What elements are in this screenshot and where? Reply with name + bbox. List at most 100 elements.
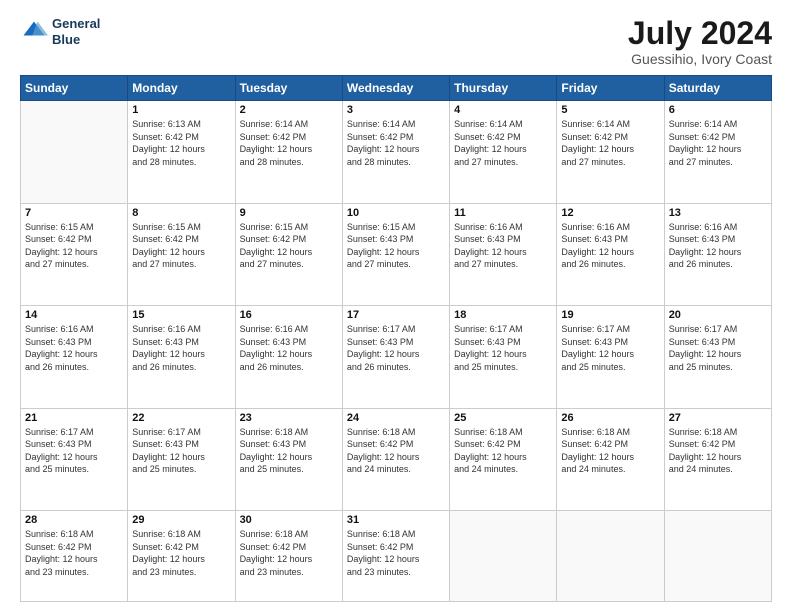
- calendar-week-5: 28 Sunrise: 6:18 AMSunset: 6:42 PMDayligh…: [21, 511, 772, 602]
- day-info: Sunrise: 6:18 AMSunset: 6:43 PMDaylight:…: [240, 426, 338, 476]
- day-number: 8: [132, 207, 230, 219]
- table-row: 8 Sunrise: 6:15 AMSunset: 6:42 PMDaylight…: [128, 203, 235, 305]
- day-number: 15: [132, 309, 230, 321]
- table-row: [21, 101, 128, 203]
- table-row: 12Sunrise: 6:16 AMSunset: 6:43 PMDayligh…: [557, 203, 664, 305]
- day-info: Sunrise: 6:14 AMSunset: 6:42 PMDaylight:…: [347, 118, 445, 168]
- day-info: Sunrise: 6:15 AMSunset: 6:42 PMDaylight:…: [132, 221, 230, 271]
- day-number: 16: [240, 309, 338, 321]
- day-number: 24: [347, 412, 445, 424]
- table-row: 26 Sunrise: 6:18 AMSunset: 6:42 PMDayligh…: [557, 408, 664, 510]
- col-wednesday: Wednesday: [342, 76, 449, 101]
- table-row: 5 Sunrise: 6:14 AMSunset: 6:42 PMDaylight…: [557, 101, 664, 203]
- table-row: 3Sunrise: 6:14 AMSunset: 6:42 PMDaylight…: [342, 101, 449, 203]
- table-row: [664, 511, 771, 602]
- location: Guessihio, Ivory Coast: [628, 51, 772, 67]
- day-info: Sunrise: 6:17 AMSunset: 6:43 PMDaylight:…: [669, 323, 767, 373]
- day-number: 10: [347, 207, 445, 219]
- day-info: Sunrise: 6:18 AMSunset: 6:42 PMDaylight:…: [25, 528, 123, 578]
- day-info: Sunrise: 6:18 AMSunset: 6:42 PMDaylight:…: [669, 426, 767, 476]
- table-row: 17 Sunrise: 6:17 AMSunset: 6:43 PMDayligh…: [342, 306, 449, 408]
- day-number: 31: [347, 514, 445, 526]
- day-number: 6: [669, 104, 767, 116]
- table-row: 30Sunrise: 6:18 AMSunset: 6:42 PMDayligh…: [235, 511, 342, 602]
- day-number: 27: [669, 412, 767, 424]
- month-title: July 2024: [628, 16, 772, 51]
- table-row: 6 Sunrise: 6:14 AMSunset: 6:42 PMDaylight…: [664, 101, 771, 203]
- table-row: 28 Sunrise: 6:18 AMSunset: 6:42 PMDayligh…: [21, 511, 128, 602]
- day-number: 5: [561, 104, 659, 116]
- logo-line2: Blue: [52, 32, 100, 48]
- table-row: 10 Sunrise: 6:15 AMSunset: 6:43 PMDayligh…: [342, 203, 449, 305]
- day-number: 9: [240, 207, 338, 219]
- col-saturday: Saturday: [664, 76, 771, 101]
- day-info: Sunrise: 6:16 AMSunset: 6:43 PMDaylight:…: [25, 323, 123, 373]
- day-number: 12: [561, 207, 659, 219]
- page: General Blue July 2024 Guessihio, Ivory …: [0, 0, 792, 612]
- header: General Blue July 2024 Guessihio, Ivory …: [20, 16, 772, 67]
- day-number: 28: [25, 514, 123, 526]
- table-row: 9 Sunrise: 6:15 AMSunset: 6:42 PMDaylight…: [235, 203, 342, 305]
- day-number: 17: [347, 309, 445, 321]
- day-number: 1: [132, 104, 230, 116]
- logo-icon: [20, 18, 48, 46]
- day-info: Sunrise: 6:17 AMSunset: 6:43 PMDaylight:…: [561, 323, 659, 373]
- col-thursday: Thursday: [450, 76, 557, 101]
- table-row: 21 Sunrise: 6:17 AMSunset: 6:43 PMDayligh…: [21, 408, 128, 510]
- table-row: 22 Sunrise: 6:17 AMSunset: 6:43 PMDayligh…: [128, 408, 235, 510]
- day-number: 7: [25, 207, 123, 219]
- col-monday: Monday: [128, 76, 235, 101]
- title-block: July 2024 Guessihio, Ivory Coast: [628, 16, 772, 67]
- day-info: Sunrise: 6:18 AMSunset: 6:42 PMDaylight:…: [240, 528, 338, 578]
- day-info: Sunrise: 6:16 AMSunset: 6:43 PMDaylight:…: [669, 221, 767, 271]
- day-number: 25: [454, 412, 552, 424]
- day-info: Sunrise: 6:18 AMSunset: 6:42 PMDaylight:…: [132, 528, 230, 578]
- table-row: 15Sunrise: 6:16 AMSunset: 6:43 PMDayligh…: [128, 306, 235, 408]
- table-row: 23 Sunrise: 6:18 AMSunset: 6:43 PMDayligh…: [235, 408, 342, 510]
- day-info: Sunrise: 6:15 AMSunset: 6:42 PMDaylight:…: [240, 221, 338, 271]
- day-info: Sunrise: 6:14 AMSunset: 6:42 PMDaylight:…: [669, 118, 767, 168]
- day-number: 13: [669, 207, 767, 219]
- table-row: 25 Sunrise: 6:18 AMSunset: 6:42 PMDayligh…: [450, 408, 557, 510]
- table-row: 31 Sunrise: 6:18 AMSunset: 6:42 PMDayligh…: [342, 511, 449, 602]
- day-number: 21: [25, 412, 123, 424]
- table-row: 29Sunrise: 6:18 AMSunset: 6:42 PMDayligh…: [128, 511, 235, 602]
- table-row: [450, 511, 557, 602]
- day-info: Sunrise: 6:17 AMSunset: 6:43 PMDaylight:…: [132, 426, 230, 476]
- day-info: Sunrise: 6:15 AMSunset: 6:43 PMDaylight:…: [347, 221, 445, 271]
- table-row: 7 Sunrise: 6:15 AMSunset: 6:42 PMDaylight…: [21, 203, 128, 305]
- day-number: 11: [454, 207, 552, 219]
- table-row: 2 Sunrise: 6:14 AMSunset: 6:42 PMDaylight…: [235, 101, 342, 203]
- col-sunday: Sunday: [21, 76, 128, 101]
- day-number: 23: [240, 412, 338, 424]
- table-row: 4Sunrise: 6:14 AMSunset: 6:42 PMDaylight…: [450, 101, 557, 203]
- logo-line1: General: [52, 16, 100, 32]
- day-info: Sunrise: 6:18 AMSunset: 6:42 PMDaylight:…: [347, 426, 445, 476]
- day-info: Sunrise: 6:17 AMSunset: 6:43 PMDaylight:…: [347, 323, 445, 373]
- day-info: Sunrise: 6:18 AMSunset: 6:42 PMDaylight:…: [454, 426, 552, 476]
- day-info: Sunrise: 6:14 AMSunset: 6:42 PMDaylight:…: [561, 118, 659, 168]
- col-friday: Friday: [557, 76, 664, 101]
- logo: General Blue: [20, 16, 100, 47]
- day-number: 18: [454, 309, 552, 321]
- day-number: 22: [132, 412, 230, 424]
- table-row: 11Sunrise: 6:16 AMSunset: 6:43 PMDayligh…: [450, 203, 557, 305]
- day-number: 19: [561, 309, 659, 321]
- day-number: 20: [669, 309, 767, 321]
- table-row: 27 Sunrise: 6:18 AMSunset: 6:42 PMDayligh…: [664, 408, 771, 510]
- calendar-week-4: 21 Sunrise: 6:17 AMSunset: 6:43 PMDayligh…: [21, 408, 772, 510]
- day-info: Sunrise: 6:16 AMSunset: 6:43 PMDaylight:…: [240, 323, 338, 373]
- calendar-table: Sunday Monday Tuesday Wednesday Thursday…: [20, 75, 772, 602]
- col-tuesday: Tuesday: [235, 76, 342, 101]
- day-number: 2: [240, 104, 338, 116]
- table-row: 13 Sunrise: 6:16 AMSunset: 6:43 PMDayligh…: [664, 203, 771, 305]
- day-info: Sunrise: 6:15 AMSunset: 6:42 PMDaylight:…: [25, 221, 123, 271]
- day-info: Sunrise: 6:17 AMSunset: 6:43 PMDaylight:…: [25, 426, 123, 476]
- day-number: 26: [561, 412, 659, 424]
- day-info: Sunrise: 6:18 AMSunset: 6:42 PMDaylight:…: [561, 426, 659, 476]
- calendar-week-3: 14Sunrise: 6:16 AMSunset: 6:43 PMDayligh…: [21, 306, 772, 408]
- day-info: Sunrise: 6:18 AMSunset: 6:42 PMDaylight:…: [347, 528, 445, 578]
- calendar-week-2: 7 Sunrise: 6:15 AMSunset: 6:42 PMDaylight…: [21, 203, 772, 305]
- day-info: Sunrise: 6:14 AMSunset: 6:42 PMDaylight:…: [240, 118, 338, 168]
- table-row: 16 Sunrise: 6:16 AMSunset: 6:43 PMDayligh…: [235, 306, 342, 408]
